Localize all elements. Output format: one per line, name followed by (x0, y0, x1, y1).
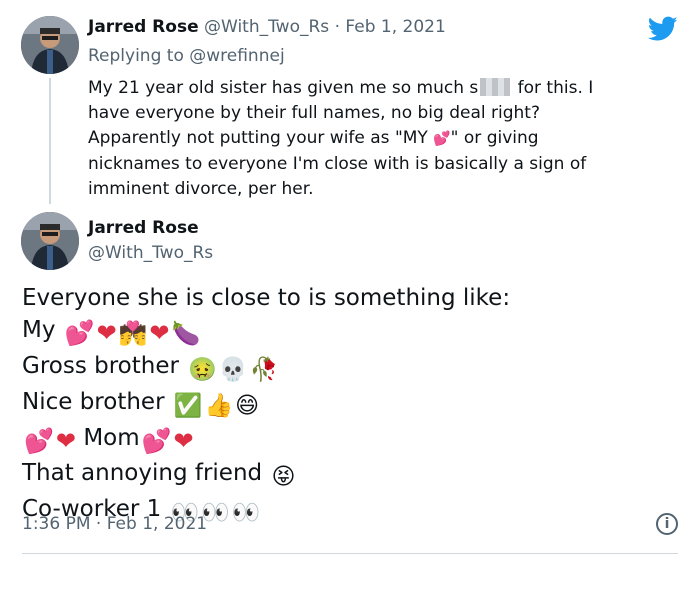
tweet-line-nice-brother: Nice brother ✅👍😄 (22, 386, 672, 422)
replying-to: Replying to @wrefinnej (88, 46, 285, 66)
tweet-text: Everyone she is close to is something li… (22, 282, 672, 529)
two-hearts-emoji-icon: 💕 (24, 427, 54, 455)
replying-prefix: Replying to (88, 46, 190, 66)
info-icon[interactable]: i (656, 513, 678, 535)
divider (22, 553, 678, 554)
thumbs-up-emoji-icon: 👍 (204, 393, 234, 419)
two-hearts-emoji-icon: 💕 (141, 427, 172, 455)
tweet-text-line: nicknames to everyone I'm close with is … (88, 154, 587, 174)
couple-kiss-emoji-icon: 💏 (118, 321, 148, 347)
red-heart-emoji-icon: ❤ (96, 319, 117, 347)
author-name[interactable]: Jarred Rose (88, 218, 199, 238)
grinning-face-emoji-icon: 😄 (235, 393, 260, 419)
tweet-line-gross-brother: Gross brother 🤢💀🥀 (22, 350, 672, 386)
squinting-tongue-face-emoji-icon: 😝 (271, 464, 296, 490)
tweet-text-line: " or giving (450, 128, 539, 148)
tweet-text-line: My (22, 317, 56, 343)
author-handle[interactable]: @With_Two_Rs (88, 243, 213, 263)
twitter-bird-icon[interactable] (648, 16, 678, 42)
wilted-flower-emoji-icon: 🥀 (249, 357, 279, 383)
red-heart-emoji-icon: ❤ (173, 427, 194, 455)
author-name[interactable]: Jarred Rose (88, 17, 199, 37)
tweet-text-line: Gross brother (22, 353, 179, 379)
tweet-line-annoying-friend: That annoying friend 😝 (22, 457, 672, 493)
thread-line (49, 78, 51, 204)
tweet-text-line: have everyone by their full names, no bi… (88, 103, 540, 123)
nauseated-face-emoji-icon: 🤢 (188, 357, 217, 383)
check-mark-emoji-icon: ✅ (173, 393, 203, 419)
author-handle[interactable]: @With_Two_Rs (204, 17, 329, 37)
tweet-text-line: Mom (83, 425, 140, 451)
skull-emoji-icon: 💀 (218, 357, 248, 383)
separator-dot: · (334, 17, 340, 37)
red-heart-emoji-icon: ❤ (149, 319, 170, 347)
tweet-text-line: That annoying friend (22, 460, 263, 486)
eyes-emoji-icon: 👀 (231, 500, 261, 526)
tweet-text-line: for this. I (512, 78, 594, 98)
avatar[interactable] (21, 16, 79, 74)
replying-handle[interactable]: @wrefinnej (189, 46, 284, 66)
tweet-line-my: My 💕❤💏❤🍆 (22, 314, 672, 350)
two-hearts-emoji-icon: 💕 (64, 319, 95, 347)
tweet-line-mom: 💕❤ Mom💕❤ (22, 422, 672, 457)
tweet-text-line: imminent divorce, per her. (88, 179, 314, 199)
eggplant-emoji-icon: 🍆 (171, 321, 201, 347)
tweet-text-line: Apparently not putting your wife as "MY (88, 128, 434, 148)
tweet-header: Jarred Rose @With_Two_Rs · Feb 1, 2021 (88, 17, 446, 37)
tweet-text-line: Everyone she is close to is something li… (22, 285, 511, 311)
tweet-date[interactable]: Feb 1, 2021 (345, 17, 445, 37)
tweet-text: My 21 year old sister has given me so mu… (88, 76, 678, 202)
tweet-text-line: My 21 year old sister has given me so mu… (88, 78, 479, 98)
two-hearts-emoji-icon: 💕 (433, 131, 451, 147)
red-heart-emoji-icon: ❤ (55, 427, 76, 455)
tweet-timestamp[interactable]: 1:36 PM · Feb 1, 2021 (22, 514, 207, 534)
censored-blur (480, 78, 511, 96)
tweet-text-line: Nice brother (22, 389, 165, 415)
avatar[interactable] (21, 212, 79, 270)
